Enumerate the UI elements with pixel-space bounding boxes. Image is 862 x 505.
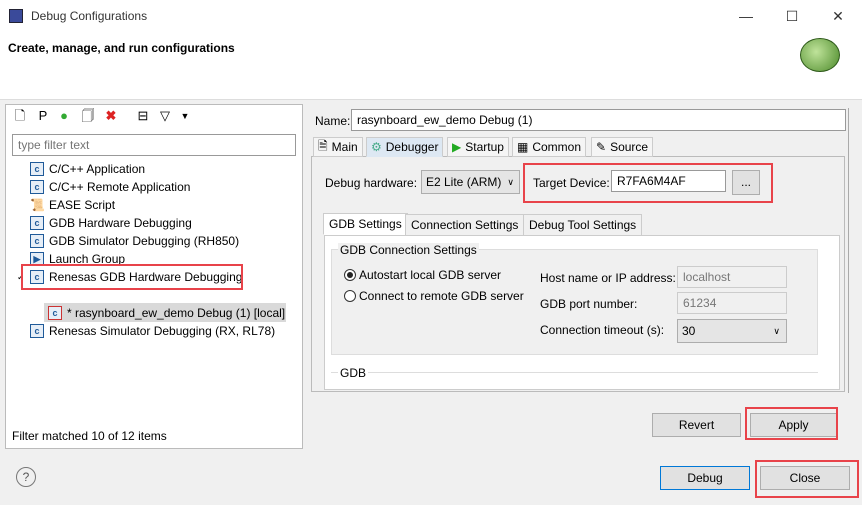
timeout-select[interactable]: 30 ∨ [677,319,787,343]
minimize-button[interactable]: — [736,6,756,26]
highlight-box [21,264,243,290]
chevron-down-icon[interactable]: ▼ [177,108,193,124]
new-prototype-icon[interactable]: P [35,108,51,124]
debug-hardware-label: Debug hardware: [325,176,418,190]
group-title: GDB Connection Settings [338,243,479,257]
table-icon: ▦ [517,140,529,154]
radio-autostart[interactable]: Autostart local GDB server [344,268,501,282]
tree-item-label: GDB Simulator Debugging (RH850) [49,234,240,248]
bug-icon [800,38,840,72]
timeout-label: Connection timeout (s): [540,323,665,337]
tab-label: Source [610,140,649,154]
tree-item-ease[interactable]: 📜 EASE Script [30,196,115,214]
window-title: Debug Configurations [31,9,148,23]
browse-device-button[interactable]: ... [732,170,760,195]
select-value: 30 [682,324,696,338]
scrollbar[interactable] [848,108,849,393]
radio-label: Autostart local GDB server [359,268,502,282]
tab-label: Main [331,140,358,154]
radio-remote[interactable]: Connect to remote GDB server [344,289,524,303]
group-title: GDB [338,366,369,380]
tab-source[interactable]: ✎ Source [591,137,654,157]
tree-item-cpp-app[interactable]: c C/C++ Application [30,160,145,178]
port-label: GDB port number: [540,297,638,311]
c-config-icon: c [30,234,44,248]
name-label: Name: [315,114,351,128]
target-device-input[interactable] [611,170,726,192]
highlight-box [745,407,838,440]
c-config-icon: c [30,162,44,176]
tree-item-label: C/C++ Remote Application [49,180,191,194]
script-icon: 📜 [30,198,45,212]
tree-item-cpp-remote[interactable]: c C/C++ Remote Application [30,178,190,196]
radio-selected-icon [344,269,356,281]
header-title: Create, manage, and run configurations [8,41,235,55]
tree-item-renesas-sim[interactable]: c Renesas Simulator Debugging (RX, RL78) [30,322,275,340]
port-input[interactable]: 61234 [677,292,787,314]
filter-icon[interactable]: ▽ [157,108,173,124]
tab-label: Debugger [385,140,439,154]
host-input[interactable]: localhost [677,266,787,288]
app-icon [9,9,23,23]
dialog-header: Create, manage, and run configurations [0,32,862,100]
collapse-all-icon[interactable]: ⊟ [135,108,151,124]
source-icon: ✎ [596,140,607,154]
gdb-group [331,372,818,388]
tree-item-rasynboard[interactable]: c * rasynboard_ew_demo Debug (1) [local] [48,304,285,322]
filter-status: Filter matched 10 of 12 items [12,429,167,443]
tree-item-gdb-hw[interactable]: c GDB Hardware Debugging [30,214,192,232]
c-config-icon: c [30,216,44,230]
tree-item-gdb-sim[interactable]: c GDB Simulator Debugging (RH850) [30,232,239,250]
chevron-down-icon: ∨ [507,177,514,187]
tab-label: Startup [465,140,504,154]
tab-debugger[interactable]: ⚙ Debugger [366,137,444,157]
c-config-icon: c [48,306,62,320]
doc-icon: 🗎 [318,138,328,153]
subtab-connection-settings[interactable]: Connection Settings [405,214,525,236]
tree-item-label: EASE Script [49,198,116,212]
name-input[interactable] [351,109,846,131]
title-bar: Debug Configurations — ☐ ✕ [0,0,862,32]
radio-label: Connect to remote GDB server [359,289,524,303]
tab-common[interactable]: ▦ Common [512,137,587,157]
maximize-button[interactable]: ☐ [782,6,802,26]
close-window-button[interactable]: ✕ [828,6,848,26]
highlight-box [755,460,859,498]
delete-icon[interactable]: ✖ [103,108,119,124]
revert-button[interactable]: Revert [652,413,741,437]
tree-item-label: GDB Hardware Debugging [49,216,192,230]
new-config-icon[interactable]: 🗋 [12,108,28,124]
play-icon: ▶ [452,140,462,154]
duplicate-icon[interactable]: 🗍 [80,108,96,124]
subtab-debug-tool-settings[interactable]: Debug Tool Settings [523,214,643,236]
subtab-gdb-settings[interactable]: GDB Settings [323,213,408,235]
tree-item-label: * rasynboard_ew_demo Debug (1) [local] [67,306,286,320]
chevron-down-icon: ∨ [773,326,780,336]
filter-input[interactable] [12,134,296,156]
help-button[interactable]: ? [16,467,36,487]
tab-main[interactable]: 🗎 Main [313,137,363,157]
target-device-label: Target Device: [533,176,610,190]
tab-startup[interactable]: ▶ Startup [447,137,509,157]
debug-button[interactable]: Debug [660,466,750,490]
bug-icon: ⚙ [371,140,382,154]
c-config-icon: c [30,324,44,338]
debug-hardware-select[interactable]: E2 Lite (ARM) ∨ [421,170,520,194]
c-config-icon: c [30,180,44,194]
host-label: Host name or IP address: [540,271,676,285]
tree-item-label: C/C++ Application [49,162,146,176]
tree-item-label: Renesas Simulator Debugging (RX, RL78) [49,324,276,338]
radio-icon [344,290,356,302]
select-value: E2 Lite (ARM) [426,175,502,189]
tab-label: Common [532,140,582,154]
export-icon[interactable]: ● [56,108,72,124]
